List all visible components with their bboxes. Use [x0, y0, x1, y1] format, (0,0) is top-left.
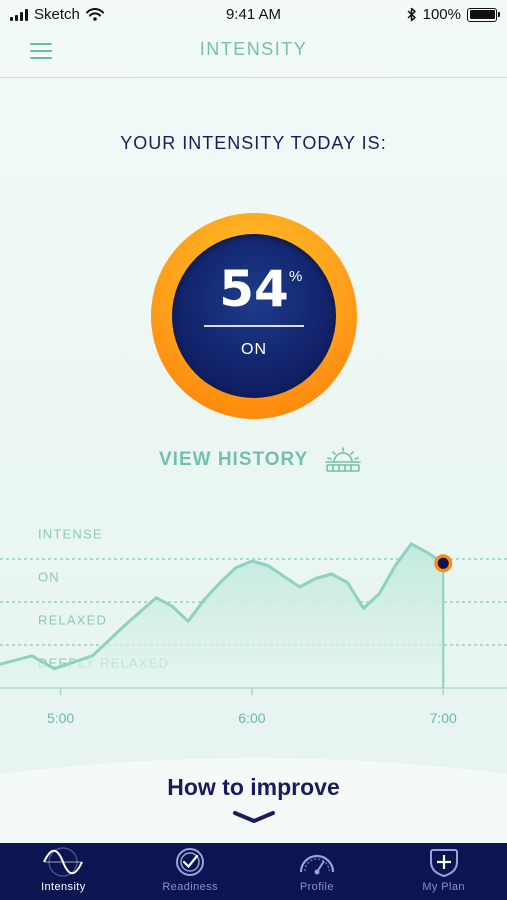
tab-readiness[interactable]: Readiness	[127, 843, 254, 900]
wave-icon	[43, 847, 84, 877]
tab-profile-label: Profile	[299, 881, 334, 893]
level-label: ON	[38, 570, 60, 585]
tab-profile[interactable]: Profile	[254, 843, 381, 900]
tab-my-plan-label: My Plan	[422, 881, 465, 893]
intensity-chart: INTENSEONRELAXEDDEEPLY RELAXED 5:006:007…	[0, 527, 507, 726]
gauge-icon	[299, 854, 334, 875]
status-bar: Sketch 9:41 AM 100%	[0, 0, 507, 30]
x-tick-label: 6:00	[238, 710, 265, 726]
gauge-value: 54	[219, 260, 289, 318]
sunrise-icon	[325, 447, 362, 472]
tab-my-plan[interactable]: My Plan	[380, 843, 507, 900]
x-tick-label: 7:00	[430, 710, 457, 726]
view-history-label: VIEW HISTORY	[159, 449, 309, 470]
level-label: RELAXED	[38, 613, 107, 628]
view-history-button[interactable]: VIEW HISTORY	[159, 447, 362, 473]
tab-bar: Intensity Readiness Profile My Plan	[0, 843, 507, 900]
battery-percent: 100%	[422, 6, 461, 23]
intensity-gauge: 54 % ON	[151, 213, 357, 419]
how-to-improve-title: How to improve	[167, 774, 340, 800]
chevron-down-icon[interactable]	[232, 810, 276, 824]
tab-readiness-label: Readiness	[162, 881, 218, 893]
gauge-center: 54 % ON	[172, 234, 336, 398]
gauge-unit: %	[289, 268, 303, 285]
how-to-improve-panel[interactable]: How to improve	[0, 750, 507, 843]
level-label: INTENSE	[38, 527, 103, 542]
bluetooth-icon	[407, 7, 416, 22]
gauge-state: ON	[241, 341, 267, 358]
intensity-headline: YOUR INTENSITY TODAY IS:	[120, 133, 387, 153]
nav-bar: INTENSITY	[0, 30, 507, 78]
battery-icon	[467, 7, 500, 22]
page-title: INTENSITY	[199, 39, 308, 59]
tab-intensity[interactable]: Intensity	[0, 843, 127, 900]
gauge-divider	[204, 325, 304, 327]
x-tick-label: 5:00	[47, 710, 74, 726]
shield-plus-icon	[429, 849, 458, 877]
check-circle-icon	[176, 848, 205, 876]
tab-intensity-label: Intensity	[41, 881, 86, 893]
current-point-dot	[437, 557, 449, 569]
